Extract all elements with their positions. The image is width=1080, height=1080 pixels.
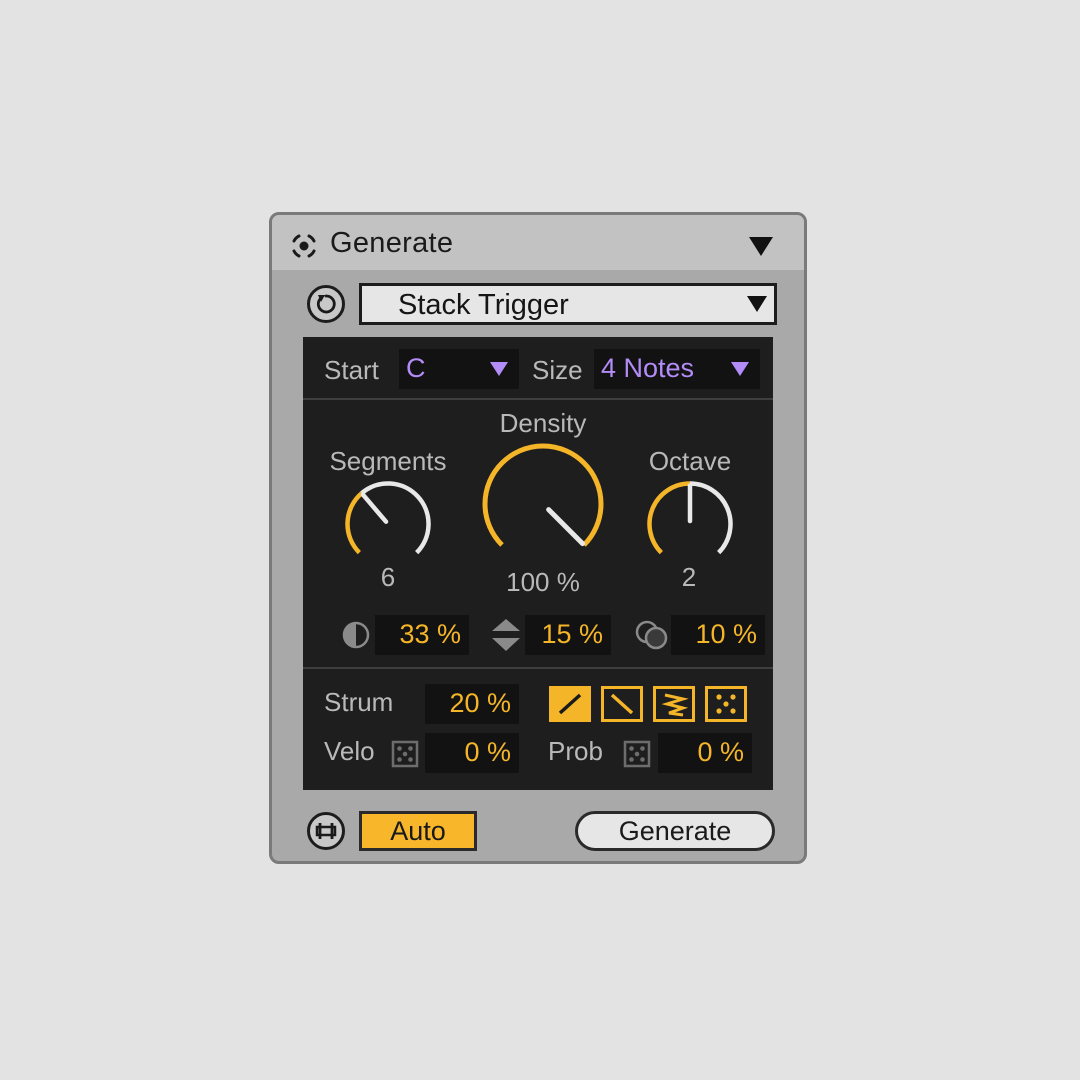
param-1-value: 33 % xyxy=(399,619,461,649)
device-activator-icon[interactable] xyxy=(289,231,319,261)
half-circle-icon xyxy=(342,621,370,649)
start-value: C xyxy=(406,353,426,383)
diagonal-down-icon xyxy=(610,693,634,715)
octave-knob[interactable] xyxy=(645,479,735,569)
prob-label: Prob xyxy=(548,736,603,766)
size-dropdown[interactable]: 4 Notes xyxy=(594,349,760,389)
device-title: Generate xyxy=(330,227,454,259)
chevron-down-icon xyxy=(747,296,767,312)
strum-random-button[interactable] xyxy=(705,686,747,722)
overlap-circles-icon xyxy=(635,620,668,650)
octave-knob-fill xyxy=(647,481,691,555)
strum-zigzag-button[interactable] xyxy=(653,686,695,722)
segments-knob-fill xyxy=(345,491,364,555)
start-dropdown[interactable]: C xyxy=(399,349,519,389)
preset-value: Stack Trigger xyxy=(398,289,569,321)
param-3-field[interactable]: 10 % xyxy=(671,615,765,655)
zigzag-icon xyxy=(661,693,689,717)
chevron-down-icon xyxy=(490,362,508,376)
dice-icon[interactable] xyxy=(391,740,419,768)
density-knob-fill xyxy=(482,443,604,547)
generate-device: Generate Stack Trigger Start C Size 4 No… xyxy=(269,212,807,864)
segments-knob-track xyxy=(360,481,431,555)
density-knob-pointer xyxy=(546,507,586,547)
prob-value: 0 % xyxy=(697,737,744,767)
clip-loop-icon xyxy=(315,823,337,839)
collapse-triangle-icon[interactable] xyxy=(748,235,774,257)
reset-icon xyxy=(316,294,336,314)
dice-icon[interactable] xyxy=(623,740,651,768)
param-2-value: 15 % xyxy=(541,619,603,649)
preset-dropdown[interactable]: Stack Trigger xyxy=(359,283,777,325)
strum-down-button[interactable] xyxy=(601,686,643,722)
octave-knob-track xyxy=(689,481,733,555)
strum-label: Strum xyxy=(324,687,394,717)
prob-field[interactable]: 0 % xyxy=(658,733,752,773)
diagonal-up-icon xyxy=(558,693,582,715)
auto-button[interactable]: Auto xyxy=(359,811,477,851)
density-knob[interactable] xyxy=(480,441,606,567)
param-1-field[interactable]: 33 % xyxy=(375,615,469,655)
segments-label: Segments xyxy=(329,446,447,476)
velo-label: Velo xyxy=(324,736,375,766)
octave-label: Octave xyxy=(648,446,732,476)
loop-button[interactable] xyxy=(307,812,345,850)
size-value: 4 Notes xyxy=(601,353,695,383)
reset-button[interactable] xyxy=(307,285,345,323)
chevron-down-icon xyxy=(731,362,749,376)
auto-label: Auto xyxy=(390,816,446,846)
dice-icon xyxy=(716,694,736,714)
density-value: 100 % xyxy=(506,567,580,597)
segments-knob-pointer xyxy=(360,492,389,524)
generate-label: Generate xyxy=(618,816,732,846)
up-down-arrows-icon xyxy=(492,619,520,651)
segments-value: 6 xyxy=(380,562,396,592)
strum-up-button[interactable] xyxy=(549,686,591,722)
strum-value: 20 % xyxy=(449,688,511,718)
title-bar[interactable]: Generate xyxy=(272,215,804,270)
start-label: Start xyxy=(324,355,379,385)
segments-knob[interactable] xyxy=(343,479,433,569)
size-label: Size xyxy=(532,355,583,385)
generate-button[interactable]: Generate xyxy=(575,811,775,851)
param-2-field[interactable]: 15 % xyxy=(525,615,611,655)
octave-value: 2 xyxy=(681,562,697,592)
parameter-panel: Start C Size 4 Notes Segments 6 Density … xyxy=(303,337,773,790)
density-label: Density xyxy=(499,408,587,438)
divider xyxy=(303,667,773,669)
velo-field[interactable]: 0 % xyxy=(425,733,519,773)
param-3-value: 10 % xyxy=(695,619,757,649)
velo-value: 0 % xyxy=(464,737,511,767)
divider xyxy=(303,398,773,400)
strum-field[interactable]: 20 % xyxy=(425,684,519,724)
